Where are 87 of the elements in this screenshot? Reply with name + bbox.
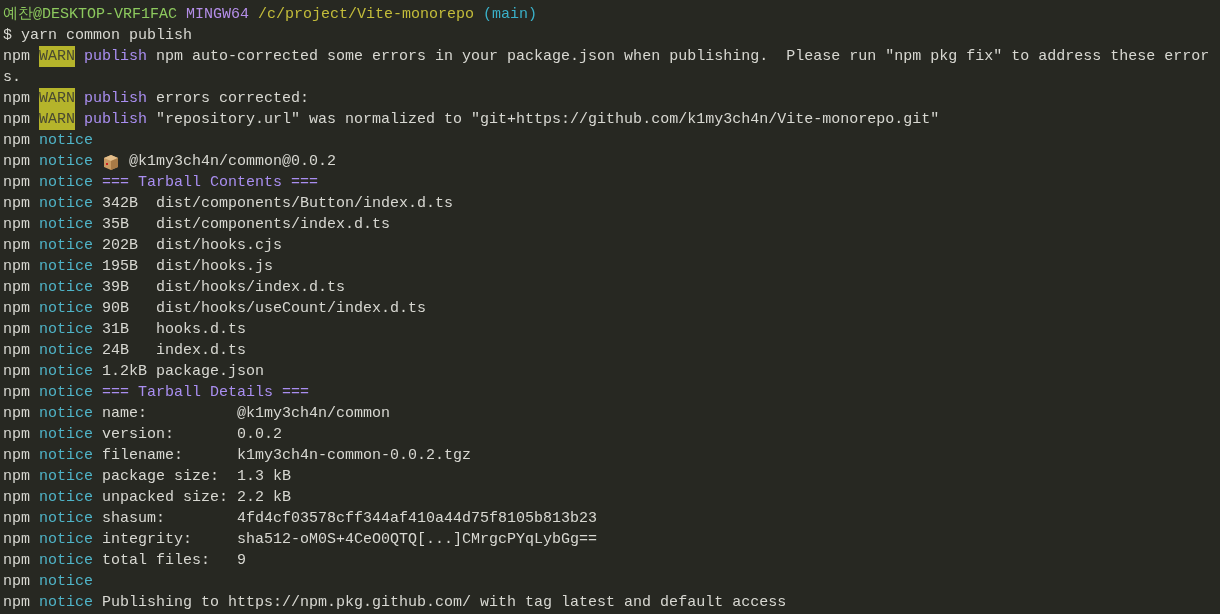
log-level: notice bbox=[39, 488, 94, 508]
log-level: notice bbox=[39, 593, 94, 613]
log-prefix: npm bbox=[3, 551, 30, 571]
log-level: notice bbox=[39, 341, 94, 361]
log-message: shasum: 4fd4cf03578cff344af410a44d75f8105b813b23 bbox=[102, 509, 598, 529]
log-message: s. bbox=[3, 68, 21, 88]
log-prefix: npm bbox=[3, 278, 30, 298]
log-prefix: npm bbox=[3, 509, 30, 529]
log-message: 24B index.d.ts bbox=[102, 341, 247, 361]
log-prefix: npm bbox=[3, 572, 30, 592]
log-message: 35B dist/components/index.d.ts bbox=[102, 215, 391, 235]
log-message: 1.2kB package.json bbox=[102, 362, 265, 382]
log-prefix: npm bbox=[3, 152, 30, 172]
log-prefix: npm bbox=[3, 194, 30, 214]
log-prefix: npm bbox=[3, 425, 30, 445]
log-level: notice bbox=[39, 257, 94, 277]
git-branch: (main) bbox=[483, 5, 538, 25]
log-prefix: npm bbox=[3, 488, 30, 508]
log-message: 90B dist/hooks/useCount/index.d.ts bbox=[102, 299, 427, 319]
log-prefix: npm bbox=[3, 257, 30, 277]
log-message: 39B dist/hooks/index.d.ts bbox=[102, 278, 346, 298]
log-prefix: npm bbox=[3, 467, 30, 487]
log-level: notice bbox=[39, 278, 94, 298]
log-level: notice bbox=[39, 215, 94, 235]
system-name: MINGW64 bbox=[186, 5, 250, 25]
prompt-symbol: $ bbox=[3, 26, 12, 46]
log-level: notice bbox=[39, 551, 94, 571]
log-level: notice bbox=[39, 383, 94, 403]
log-message: npm auto-corrected some errors in your package.json when publishing. Please run "npm pkg fix" to address these error bbox=[156, 47, 1210, 67]
log-message: version: 0.0.2 bbox=[102, 425, 283, 445]
warn-badge: WARN bbox=[39, 109, 76, 130]
log-prefix: npm bbox=[3, 341, 30, 361]
log-message: 342B dist/components/Button/index.d.ts bbox=[102, 194, 454, 214]
log-message: 195B dist/hooks.js bbox=[102, 257, 274, 277]
log-level: notice bbox=[39, 173, 94, 193]
log-level: notice bbox=[39, 425, 94, 445]
log-prefix: npm bbox=[3, 530, 30, 550]
log-prefix: npm bbox=[3, 404, 30, 424]
log-message: total files: 9 bbox=[102, 551, 247, 571]
log-message: unpacked size: 2.2 kB bbox=[102, 488, 292, 508]
log-prefix: npm bbox=[3, 299, 30, 319]
command-text: yarn common publish bbox=[21, 26, 193, 46]
log-message: integrity: sha512-oM0S+4CeO0QTQ[...]CMrgcPYqLybGg== bbox=[102, 530, 598, 550]
log-message: 202B dist/hooks.cjs bbox=[102, 236, 283, 256]
current-path: /c/project/Vite-monorepo bbox=[258, 5, 475, 25]
log-level: notice bbox=[39, 572, 94, 592]
log-message: 31B hooks.d.ts bbox=[102, 320, 247, 340]
log-title: publish bbox=[84, 89, 148, 109]
log-level: notice bbox=[39, 362, 94, 382]
log-level: notice bbox=[39, 467, 94, 487]
log-prefix: npm bbox=[3, 89, 30, 109]
log-prefix: npm bbox=[3, 131, 30, 151]
log-title: publish bbox=[84, 110, 148, 130]
log-title: publish bbox=[84, 47, 148, 67]
log-prefix: npm bbox=[3, 446, 30, 466]
log-prefix: npm bbox=[3, 362, 30, 382]
warn-badge: WARN bbox=[39, 88, 76, 109]
log-prefix: npm bbox=[3, 215, 30, 235]
log-level: notice bbox=[39, 446, 94, 466]
log-level: notice bbox=[39, 509, 94, 529]
user-host: 예찬@DESKTOP-VRF1FAC bbox=[3, 5, 178, 25]
log-level: notice bbox=[39, 131, 94, 151]
log-level: notice bbox=[39, 320, 94, 340]
log-level: notice bbox=[39, 404, 94, 424]
log-level: notice bbox=[39, 236, 94, 256]
log-prefix: npm bbox=[3, 593, 30, 613]
log-message: filename: k1my3ch4n-common-0.0.2.tgz bbox=[102, 446, 472, 466]
log-prefix: npm bbox=[3, 383, 30, 403]
section-heading: === Tarball Details === bbox=[102, 383, 310, 403]
log-level: notice bbox=[39, 299, 94, 319]
log-message: package size: 1.3 kB bbox=[102, 467, 292, 487]
log-message: Publishing to https://npm.pkg.github.com/ with tag latest and default access bbox=[102, 593, 787, 613]
log-prefix: npm bbox=[3, 110, 30, 130]
log-message: name: @k1my3ch4n/common bbox=[102, 404, 391, 424]
log-prefix: npm bbox=[3, 236, 30, 256]
warn-badge: WARN bbox=[39, 46, 76, 67]
log-prefix: npm bbox=[3, 47, 30, 67]
section-heading: === Tarball Contents === bbox=[102, 173, 319, 193]
log-level: notice bbox=[39, 194, 94, 214]
log-message: errors corrected: bbox=[156, 89, 310, 109]
log-message: @k1my3ch4n/common@0.0.2 bbox=[129, 152, 337, 172]
log-prefix: npm bbox=[3, 320, 30, 340]
package-box-icon bbox=[102, 152, 121, 171]
log-level: notice bbox=[39, 152, 94, 172]
log-prefix: npm bbox=[3, 173, 30, 193]
log-message: "repository.url" was normalized to "git+https://github.com/k1my3ch4n/Vite-monorepo.git" bbox=[156, 110, 940, 130]
log-level: notice bbox=[39, 530, 94, 550]
